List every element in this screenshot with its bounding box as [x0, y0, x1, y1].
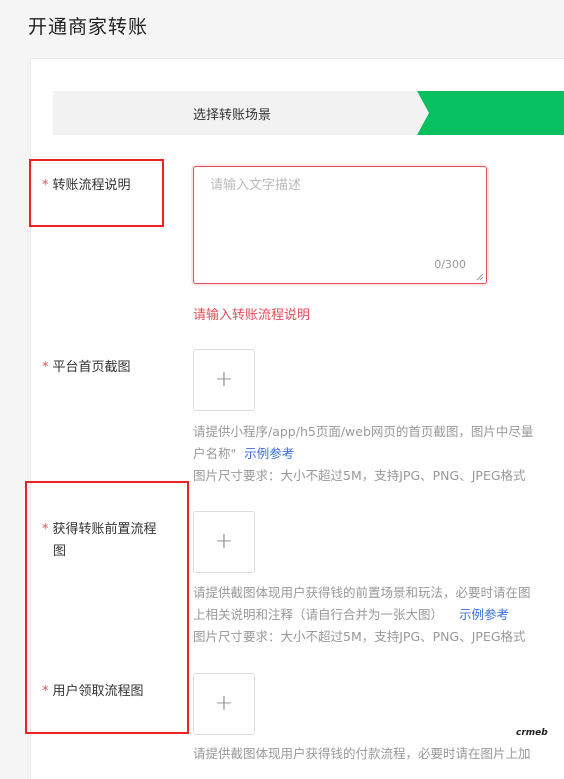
annotation-box-flow-charts [25, 481, 189, 734]
step-2-active[interactable] [417, 91, 564, 135]
pre-flow-size-hint: 图片尺寸要求：大小不超过5M，支持JPG、PNG、JPEG格式 [193, 629, 526, 644]
required-mark: * [42, 360, 49, 375]
pre-flow-hint-line1: 请提供截图体现用户获得钱的前置场景和玩法，必要时请在图 [193, 585, 531, 600]
plus-icon: + [214, 691, 234, 716]
process-desc-error: 请输入转账流程说明 [193, 308, 311, 323]
pre-flow-example-link[interactable]: 示例参考 [459, 607, 509, 622]
homepage-size-hint: 图片尺寸要求：大小不超过5M，支持JPG、PNG、JPEG格式 [193, 468, 526, 483]
claim-flow-hint-line1: 请提供截图体现用户获得钱的付款流程，必要时请在图片上加 [193, 746, 531, 761]
homepage-hint-line1: 请提供小程序/app/h5页面/web网页的首页截图，图片中尽量 [193, 424, 534, 439]
step-1-label: 选择转账场景 [193, 108, 272, 123]
process-desc-placeholder: 请输入文字描述 [210, 178, 302, 193]
step-1[interactable]: 选择转账场景 [53, 91, 433, 135]
resize-handle-icon[interactable] [476, 273, 484, 281]
homepage-screenshot-label: * 平台首页截图 [42, 357, 131, 379]
homepage-upload-button[interactable]: + [193, 349, 255, 411]
watermark: crmeb [516, 728, 548, 738]
plus-icon: + [214, 367, 234, 392]
homepage-hint-line2-text: 户名称" [193, 446, 237, 461]
pre-flow-hint-line2-text: 上相关说明和注释（请自行合并为一张大图） [193, 607, 444, 622]
pre-flow-hint-line2: 上相关说明和注释（请自行合并为一张大图） 示例参考 [193, 604, 509, 626]
plus-icon: + [214, 529, 234, 554]
char-counter: 0/300 [434, 258, 466, 271]
annotation-box-process-desc [29, 159, 164, 227]
homepage-hint-line2: 户名称" 示例参考 [193, 443, 294, 465]
process-desc-textarea[interactable]: 请输入文字描述 0/300 [193, 166, 487, 284]
page-title: 开通商家转账 [28, 16, 149, 38]
homepage-screenshot-label-text: 平台首页截图 [52, 360, 131, 375]
step-bar: 选择转账场景 [53, 91, 564, 135]
claim-flow-upload-button[interactable]: + [193, 673, 255, 735]
homepage-example-link[interactable]: 示例参考 [244, 446, 294, 461]
pre-flow-upload-button[interactable]: + [193, 511, 255, 573]
